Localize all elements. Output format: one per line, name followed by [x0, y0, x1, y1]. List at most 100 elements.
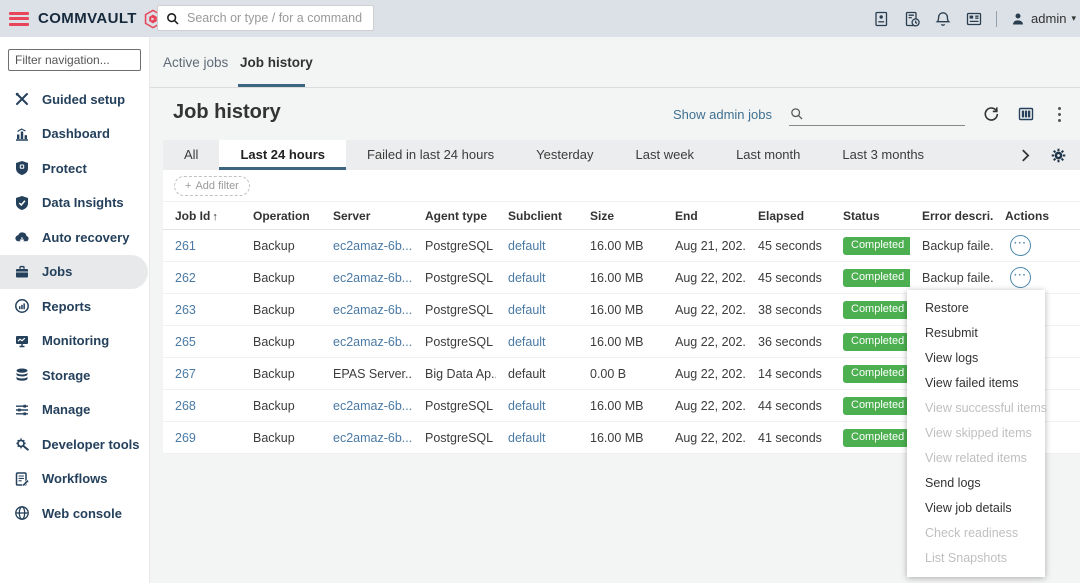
row-actions-context-menu: RestoreResubmitView logsView failed item…: [907, 290, 1045, 577]
chevron-right-icon[interactable]: [1021, 149, 1030, 162]
column-header-operation[interactable]: Operation: [241, 209, 321, 223]
subclient-link[interactable]: default: [508, 271, 546, 285]
global-search[interactable]: [157, 5, 374, 31]
job-id-link[interactable]: 262: [175, 271, 196, 285]
refresh-icon[interactable]: [982, 105, 1000, 123]
job-id-link[interactable]: 265: [175, 335, 196, 349]
job-id-link[interactable]: 263: [175, 303, 196, 317]
column-header-agent-type[interactable]: Agent type: [413, 209, 496, 223]
cell-subclient: default: [496, 431, 578, 445]
time-filter-yesterday[interactable]: Yesterday: [515, 140, 614, 170]
hamburger-menu-icon[interactable]: [9, 12, 29, 26]
server-link[interactable]: ec2amaz-6b...: [333, 431, 412, 445]
notes-icon[interactable]: [872, 10, 890, 28]
global-search-input[interactable]: [187, 11, 366, 25]
column-header-size[interactable]: Size: [578, 209, 663, 223]
apps-grid-icon[interactable]: [965, 10, 983, 28]
cell-server: ec2amaz-6b...: [321, 431, 413, 445]
server-link[interactable]: ec2amaz-6b...: [333, 239, 412, 253]
server-link[interactable]: ec2amaz-6b...: [333, 335, 412, 349]
sidebar-item-storage[interactable]: Storage: [0, 358, 150, 393]
sidebar-item-guided-setup[interactable]: Guided setup: [0, 82, 150, 117]
menu-item-view-failed-items[interactable]: View failed items: [907, 371, 1045, 396]
sidebar-item-web-console[interactable]: Web console: [0, 496, 150, 531]
job-id-link[interactable]: 261: [175, 239, 196, 253]
chevron-down-icon: ▾: [1071, 13, 1076, 24]
column-header-error[interactable]: Error descri...: [910, 209, 993, 223]
sidebar-item-label: Developer tools: [42, 437, 140, 452]
main-content: Active jobs Job history Job history Show…: [150, 37, 1080, 583]
server-link[interactable]: ec2amaz-6b...: [333, 271, 412, 285]
tab-active-jobs[interactable]: Active jobs: [163, 37, 228, 87]
column-header-label: Status: [843, 209, 880, 223]
globe-icon: [14, 505, 30, 521]
time-filter-last-3-months[interactable]: Last 3 months: [821, 140, 945, 170]
subclient-link[interactable]: default: [508, 399, 546, 413]
job-id-link[interactable]: 268: [175, 399, 196, 413]
sidebar-item-developer-tools[interactable]: Developer tools: [0, 427, 150, 462]
sidebar-item-reports[interactable]: Reports: [0, 289, 150, 324]
add-filter-button[interactable]: + Add filter: [174, 176, 250, 196]
menu-item-view-logs[interactable]: View logs: [907, 346, 1045, 371]
sidebar-item-monitoring[interactable]: Monitoring: [0, 324, 150, 359]
job-id-link[interactable]: 269: [175, 431, 196, 445]
row-actions-button[interactable]: ···: [1010, 235, 1031, 256]
cell-operation: Backup: [241, 303, 321, 317]
column-settings-icon[interactable]: [1017, 105, 1035, 123]
filter-bar-controls: [1021, 140, 1080, 170]
menu-item-resubmit[interactable]: Resubmit: [907, 321, 1045, 346]
subclient-link[interactable]: default: [508, 303, 546, 317]
page-header: Job history Show admin jobs: [150, 88, 1080, 140]
sidebar-item-data-insights[interactable]: Data Insights: [0, 186, 150, 221]
notifications-bell-icon[interactable]: [934, 10, 952, 28]
time-filter-last-month[interactable]: Last month: [715, 140, 821, 170]
column-header-elapsed[interactable]: Elapsed: [746, 209, 831, 223]
time-filter-last-24-hours[interactable]: Last 24 hours: [219, 140, 346, 170]
subclient-link[interactable]: default: [508, 239, 546, 253]
menu-item-view-successful-items: View successful items: [907, 396, 1045, 421]
device-clock-icon[interactable]: [903, 10, 921, 28]
menu-item-view-job-details[interactable]: View job details: [907, 496, 1045, 521]
sidebar-item-jobs[interactable]: Jobs: [0, 255, 148, 290]
plus-icon: +: [185, 180, 191, 192]
column-header-subclient[interactable]: Subclient: [496, 209, 578, 223]
sidebar-item-protect[interactable]: Protect: [0, 151, 150, 186]
show-admin-jobs-link[interactable]: Show admin jobs: [673, 107, 772, 122]
cell-size: 16.00 MB: [578, 271, 663, 285]
more-options-icon[interactable]: [1052, 104, 1067, 125]
row-actions-button[interactable]: ···: [1010, 267, 1031, 288]
menu-item-list-snapshots: List Snapshots: [907, 546, 1045, 571]
subclient-link[interactable]: default: [508, 431, 546, 445]
column-header-actions[interactable]: Actions: [993, 209, 1080, 223]
sidebar-item-manage[interactable]: Manage: [0, 393, 150, 428]
column-header-status[interactable]: Status: [831, 209, 910, 223]
cell-status: Completed: [831, 429, 910, 447]
user-menu[interactable]: admin ▾: [1010, 11, 1076, 27]
filter-navigation-input[interactable]: [8, 49, 141, 71]
gear-icon[interactable]: [1050, 147, 1067, 164]
tab-job-history[interactable]: Job history: [240, 37, 313, 87]
job-id-link[interactable]: 267: [175, 367, 196, 381]
column-header-job-id[interactable]: Job Id↑: [163, 209, 241, 223]
server-link[interactable]: ec2amaz-6b...: [333, 303, 412, 317]
time-filter-failed-in-last-24-hours[interactable]: Failed in last 24 hours: [346, 140, 515, 170]
status-badge: Completed: [843, 237, 910, 255]
cell-agent-type: PostgreSQL: [413, 271, 496, 285]
sidebar-item-label: Reports: [42, 299, 91, 314]
cell-end: Aug 22, 202...: [663, 335, 746, 349]
sidebar-item-workflows[interactable]: Workflows: [0, 462, 150, 497]
cell-job-id: 265: [163, 335, 241, 349]
sidebar-item-dashboard[interactable]: Dashboard: [0, 117, 150, 152]
time-filter-last-week[interactable]: Last week: [615, 140, 716, 170]
cell-actions: ···: [993, 235, 1080, 256]
sidebar-item-auto-recovery[interactable]: Auto recovery: [0, 220, 150, 255]
column-header-server[interactable]: Server: [321, 209, 413, 223]
subclient-link[interactable]: default: [508, 335, 546, 349]
menu-item-send-logs[interactable]: Send logs: [907, 471, 1045, 496]
server-link[interactable]: ec2amaz-6b...: [333, 399, 412, 413]
table-row[interactable]: 261Backupec2amaz-6b...PostgreSQLdefault1…: [163, 230, 1080, 262]
column-header-end[interactable]: End: [663, 209, 746, 223]
table-search-input[interactable]: [789, 102, 965, 126]
menu-item-restore[interactable]: Restore: [907, 296, 1045, 321]
time-filter-all[interactable]: All: [163, 140, 219, 170]
